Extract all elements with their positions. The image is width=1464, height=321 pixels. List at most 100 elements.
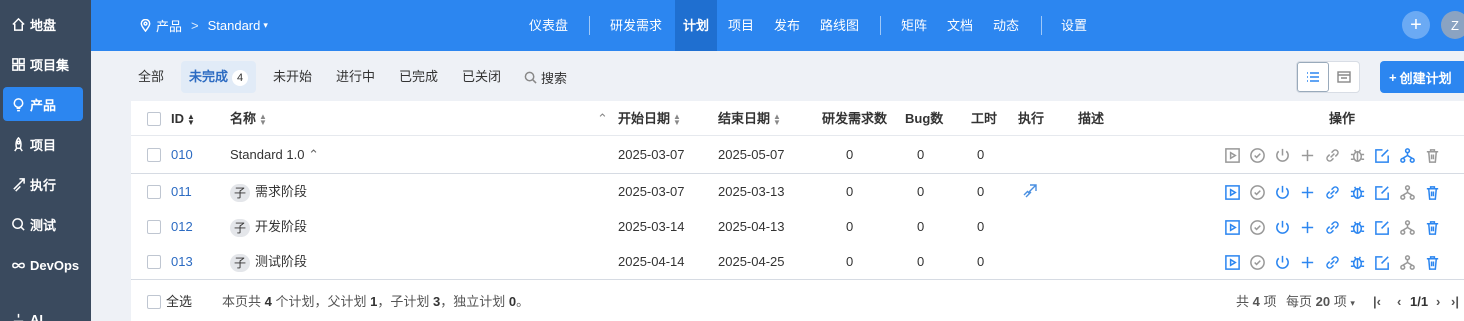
row-checkbox[interactable] [147,255,161,269]
tab-all[interactable]: 全部 [138,61,164,93]
edit-action[interactable] [1371,251,1393,273]
link-story-action[interactable] [1321,251,1343,273]
breadcrumb-product[interactable]: 产品 [156,16,182,35]
plan-name[interactable]: Standard 1.0 ⌃ [230,137,319,172]
col-id[interactable]: ID ▲ ▼ [171,101,195,136]
nav-matrix[interactable]: 矩阵 [901,0,927,51]
finish-action[interactable] [1246,181,1268,203]
link-bug-action[interactable] [1346,251,1368,273]
sidebar-item-test[interactable]: 测试 [0,207,91,241]
close-action[interactable] [1271,216,1293,238]
tab-unfinished[interactable]: 未完成 4 [181,61,257,93]
close-action[interactable] [1271,144,1293,166]
plan-id[interactable]: 012 [171,209,193,244]
last-page-icon[interactable]: ›| [1451,283,1459,321]
row-checkbox[interactable] [147,220,161,234]
nav-dashboard[interactable]: 仪表盘 [529,0,568,51]
nav-dynamics[interactable]: 动态 [993,0,1019,51]
sidebar-item-ai[interactable]: AI [0,302,91,321]
create-child-action[interactable] [1296,181,1318,203]
sidebar-item-program[interactable]: 项目集 [0,47,91,81]
nav-project[interactable]: 项目 [728,0,754,51]
split-action[interactable] [1396,216,1418,238]
start-action[interactable] [1221,144,1243,166]
split-action[interactable] [1396,251,1418,273]
edit-action[interactable] [1371,144,1393,166]
avatar[interactable]: Z [1441,11,1464,39]
plan-id[interactable]: 011 [171,174,192,209]
link-bug-action[interactable] [1346,181,1368,203]
per-page-select[interactable]: 每页 20 项 ▾ [1286,283,1355,321]
plan-id[interactable]: 010 [171,137,193,172]
tab-closed[interactable]: 已关闭 [462,61,501,93]
col-end-date[interactable]: 结束日期 ▲ ▼ [718,101,781,136]
sidebar-item-execution[interactable]: 执行 [0,167,91,201]
delete-action[interactable] [1421,251,1443,273]
link-story-action[interactable] [1321,216,1343,238]
tab-done[interactable]: 已完成 [399,61,438,93]
tab-in-progress[interactable]: 进行中 [336,61,375,93]
link-story-action[interactable] [1321,144,1343,166]
row-checkbox[interactable] [147,148,161,162]
check-circle-icon [1249,219,1265,235]
plan-id[interactable]: 013 [171,244,193,279]
chevron-up-icon[interactable]: ⌃ [308,147,319,162]
tab-not-started[interactable]: 未开始 [273,61,312,93]
plan-name[interactable]: 子开发阶段 [230,209,307,244]
nav-docs[interactable]: 文档 [947,0,973,51]
edit-action[interactable] [1371,181,1393,203]
nav-settings[interactable]: 设置 [1061,0,1087,51]
sidebar-item-devops[interactable]: DevOps [0,248,91,282]
execution-link-icon[interactable] [1022,183,1038,201]
link-bug-action[interactable] [1346,144,1368,166]
nav-plan[interactable]: 计划 [675,0,718,51]
sidebar-item-project[interactable]: 项目 [0,127,91,161]
close-action[interactable] [1271,181,1293,203]
split-action[interactable] [1396,144,1418,166]
edit-action[interactable] [1371,216,1393,238]
nav-release[interactable]: 发布 [774,0,800,51]
first-page-icon[interactable]: |‹ [1373,283,1381,321]
start-action[interactable] [1221,251,1243,273]
select-all-label[interactable]: 全选 [166,283,192,321]
col-name[interactable]: 名称 ▲ ▼ [230,101,267,136]
next-page-icon[interactable]: › [1436,283,1440,321]
chevron-down-icon[interactable]: ▾ [263,20,268,31]
finish-action[interactable] [1246,251,1268,273]
finish-action[interactable] [1246,216,1268,238]
product-switcher[interactable]: Standard [208,18,261,33]
delete-action[interactable] [1421,181,1443,203]
collapse-all-icon[interactable]: ⌃ [597,101,608,136]
plan-name[interactable]: 子需求阶段 [230,174,307,209]
select-all-checkbox-header[interactable] [147,112,161,126]
prev-page-icon[interactable]: ‹ [1397,283,1401,321]
total-count: 共 4 项 [1236,283,1277,321]
close-action[interactable] [1271,251,1293,273]
link-story-action[interactable] [1321,181,1343,203]
delete-action[interactable] [1421,216,1443,238]
edit-icon [1374,148,1389,163]
plan-name[interactable]: 子测试阶段 [230,244,307,279]
start-action[interactable] [1221,216,1243,238]
create-plan-button[interactable]: + 创建计划 [1380,61,1464,93]
create-child-action[interactable] [1296,216,1318,238]
list-view-button[interactable] [1297,62,1329,92]
search-toggle[interactable]: 搜索 [524,61,567,93]
row-checkbox[interactable] [147,185,161,199]
select-all-checkbox[interactable] [147,295,161,309]
link-bug-action[interactable] [1346,216,1368,238]
finish-action[interactable] [1246,144,1268,166]
start-action[interactable] [1221,181,1243,203]
quick-create-button[interactable]: + [1402,11,1430,39]
nav-roadmap[interactable]: 路线图 [820,0,859,51]
create-child-action[interactable] [1296,144,1318,166]
sidebar-item-product[interactable]: 产品 [3,87,83,121]
nav-stories[interactable]: 研发需求 [610,0,662,51]
delete-action[interactable] [1421,144,1443,166]
kanban-view-button[interactable] [1329,62,1359,92]
split-action[interactable] [1396,181,1418,203]
sidebar-item-label: 产品 [30,97,57,113]
create-child-action[interactable] [1296,251,1318,273]
col-start-date[interactable]: 开始日期 ▲ ▼ [618,101,681,136]
sidebar-item-dashboard[interactable]: 地盘 [0,7,91,41]
